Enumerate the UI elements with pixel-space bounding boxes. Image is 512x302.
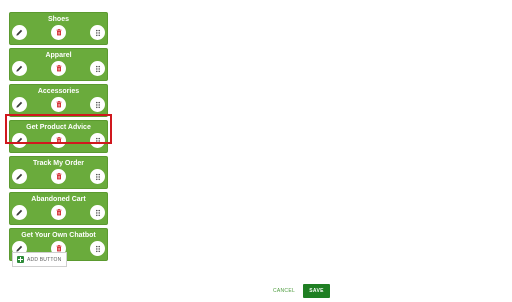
menu-button-card-shoes[interactable]: Shoes — [9, 12, 108, 45]
drag-handle-button[interactable] — [90, 133, 105, 148]
drag-handle-icon — [95, 65, 100, 72]
menu-button-card-accessories[interactable]: Accessories — [9, 84, 108, 117]
add-button-label: ADD BUTTON — [27, 256, 62, 263]
menu-button-title: Abandoned Cart — [31, 196, 86, 203]
menu-button-title: Get Your Own Chatbot — [21, 232, 96, 239]
pencil-icon — [16, 173, 23, 180]
menu-button-list: Shoes Apparel Accessories Get Product Ad… — [9, 12, 108, 264]
menu-button-card-get-product-advice[interactable]: Get Product Advice — [9, 120, 108, 153]
drag-handle-button[interactable] — [90, 97, 105, 112]
delete-button[interactable] — [51, 169, 66, 184]
drag-handle-icon — [95, 173, 100, 180]
drag-handle-icon — [95, 29, 100, 36]
delete-button[interactable] — [51, 25, 66, 40]
trash-icon — [56, 172, 61, 180]
menu-button-card-track-my-order[interactable]: Track My Order — [9, 156, 108, 189]
drag-handle-button[interactable] — [90, 61, 105, 76]
pencil-icon — [16, 65, 23, 72]
delete-button[interactable] — [51, 61, 66, 76]
edit-button[interactable] — [12, 61, 27, 76]
pencil-icon — [16, 29, 23, 36]
save-button[interactable]: SAVE — [303, 284, 330, 298]
edit-button[interactable] — [12, 205, 27, 220]
add-button[interactable]: ADD BUTTON — [12, 252, 67, 267]
edit-button[interactable] — [12, 97, 27, 112]
drag-handle-button[interactable] — [90, 169, 105, 184]
menu-button-card-apparel[interactable]: Apparel — [9, 48, 108, 81]
drag-handle-button[interactable] — [90, 205, 105, 220]
menu-button-title: Shoes — [47, 16, 69, 23]
menu-button-title: Get Product Advice — [26, 124, 91, 131]
drag-handle-icon — [95, 209, 100, 216]
trash-icon — [56, 28, 61, 36]
drag-handle-button[interactable] — [90, 25, 105, 40]
menu-button-title: Track My Order — [33, 160, 84, 167]
cancel-button[interactable]: CANCEL — [269, 285, 299, 297]
trash-icon — [56, 100, 61, 108]
menu-button-card-abandoned-cart[interactable]: Abandoned Cart — [9, 192, 108, 225]
menu-button-title: Apparel — [45, 52, 72, 59]
pencil-icon — [16, 101, 23, 108]
trash-icon — [56, 208, 61, 216]
delete-button[interactable] — [51, 97, 66, 112]
edit-button[interactable] — [12, 25, 27, 40]
drag-handle-icon — [95, 245, 100, 252]
pencil-icon — [16, 209, 23, 216]
delete-button[interactable] — [51, 205, 66, 220]
drag-handle-button[interactable] — [90, 241, 105, 256]
plus-square-icon — [17, 256, 24, 263]
drag-handle-icon — [95, 101, 100, 108]
trash-icon — [56, 136, 61, 144]
trash-icon — [56, 64, 61, 72]
menu-button-title: Accessories — [37, 88, 80, 95]
pencil-icon — [16, 137, 23, 144]
drag-handle-icon — [95, 137, 100, 144]
edit-button[interactable] — [12, 133, 27, 148]
delete-button[interactable] — [51, 133, 66, 148]
edit-button[interactable] — [12, 169, 27, 184]
